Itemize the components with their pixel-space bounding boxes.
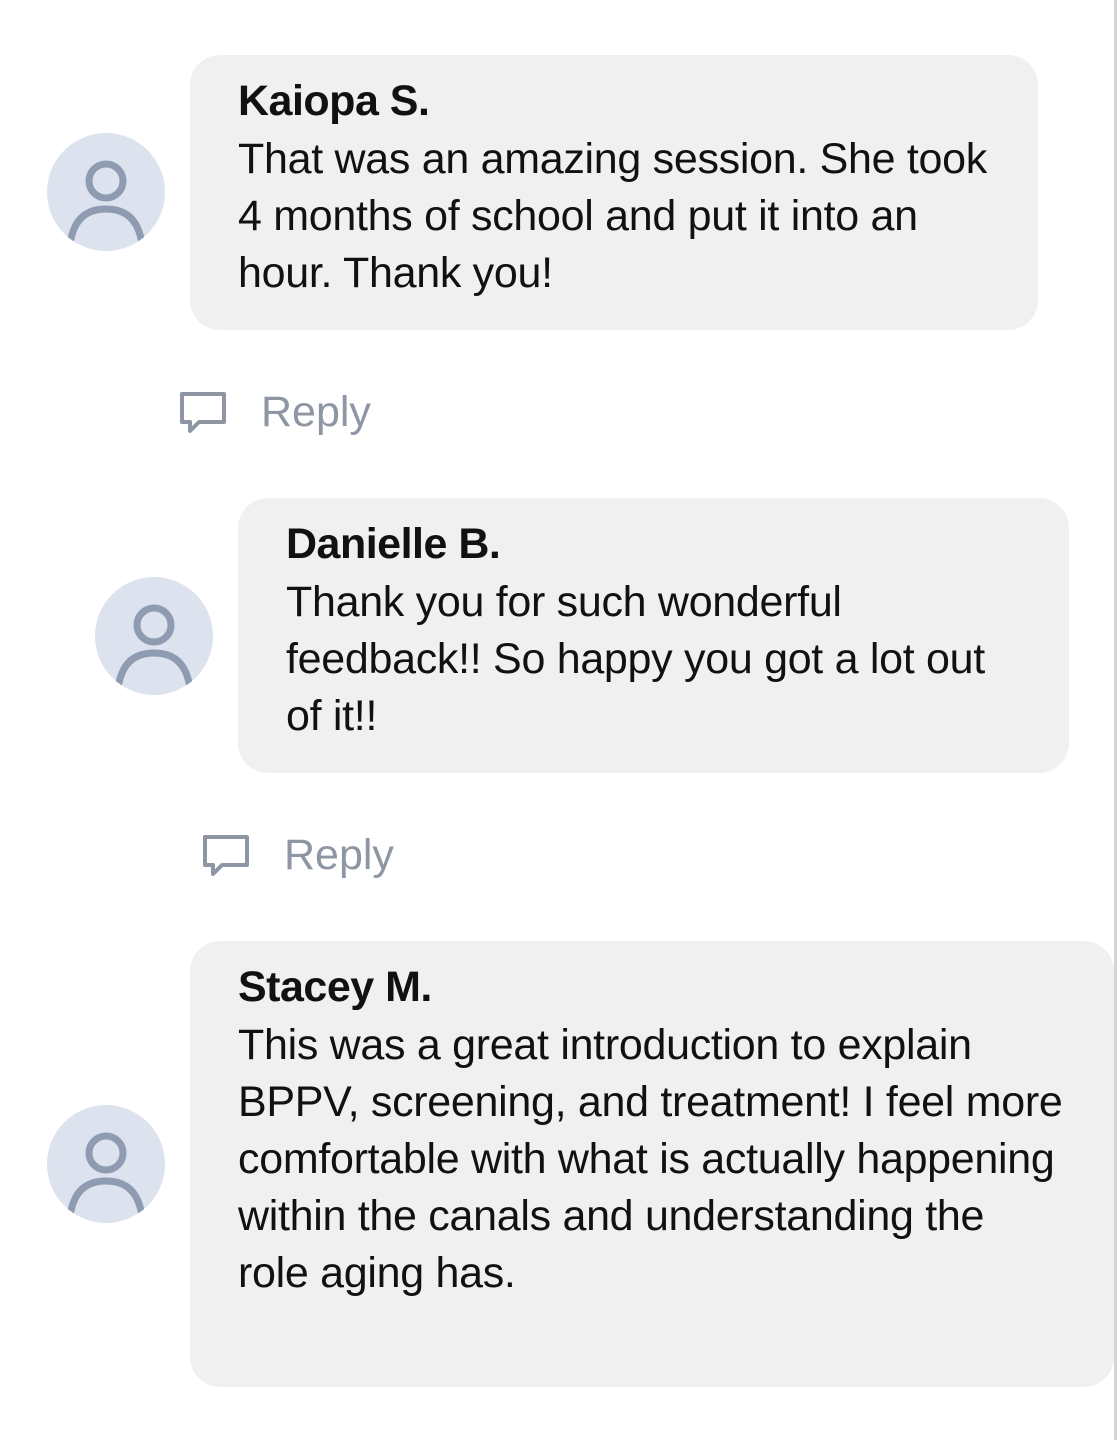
comment-icon (180, 392, 226, 433)
avatar[interactable] (47, 1105, 165, 1223)
comment-bubble: Danielle B. Thank you for such wonderful… (238, 498, 1069, 773)
comment-bubble: Kaiopa S. That was an amazing session. S… (190, 55, 1038, 330)
reply-label[interactable]: Reply (261, 388, 371, 437)
user-avatar-icon (115, 604, 193, 687)
user-avatar-icon (67, 1132, 145, 1215)
comment-author[interactable]: Stacey M. (238, 959, 1066, 1015)
reply-button[interactable]: Reply (177, 386, 371, 438)
comment-text: Thank you for such wonderful feedback!! … (286, 578, 985, 740)
avatar[interactable] (47, 133, 165, 251)
reply-label[interactable]: Reply (284, 831, 394, 880)
avatar[interactable] (95, 577, 213, 695)
reply-button[interactable]: Reply (200, 829, 394, 881)
comment-icon (203, 835, 249, 876)
comment-bubble: Stacey M. This was a great introduction … (190, 941, 1114, 1387)
comment-text: That was an amazing session. She took 4 … (238, 135, 987, 297)
comment-text: This was a great introduction to explain… (238, 1021, 1063, 1297)
comment-author[interactable]: Kaiopa S. (238, 73, 990, 129)
user-avatar-icon (67, 160, 145, 243)
comment-author[interactable]: Danielle B. (286, 516, 1021, 572)
